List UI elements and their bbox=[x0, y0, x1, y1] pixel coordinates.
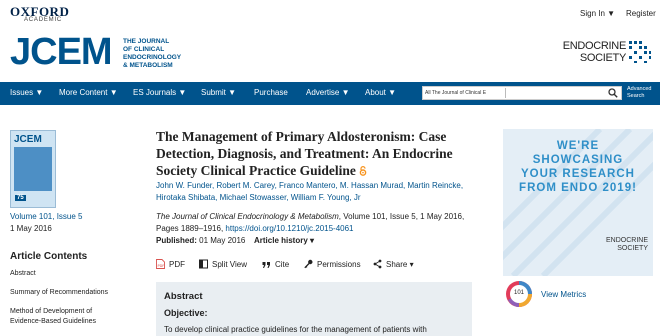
cover-art bbox=[14, 147, 52, 191]
society-name-line: SOCIETY bbox=[579, 52, 626, 64]
nav-about[interactable]: About ▼ bbox=[365, 88, 396, 97]
advanced-search-line: Advanced bbox=[627, 86, 652, 92]
advanced-search-link[interactable]: Advanced Search bbox=[627, 86, 651, 100]
cite-label: Cite bbox=[275, 260, 290, 269]
advanced-search-line: Search bbox=[627, 93, 645, 99]
nav-issues[interactable]: Issues ▼ bbox=[10, 88, 43, 97]
pdf-label: PDF bbox=[169, 260, 185, 269]
key-icon bbox=[304, 259, 313, 269]
nav-es-journals[interactable]: ES Journals ▼ bbox=[133, 88, 186, 97]
abstract-heading: Abstract bbox=[164, 291, 203, 302]
cover-number: 75 bbox=[15, 195, 26, 201]
ad-headline: WE'RE SHOWCASING YOUR RESEARCH FROM ENDO… bbox=[511, 139, 645, 195]
toc-item-abstract[interactable]: Abstract bbox=[10, 270, 36, 277]
article-contents-heading: Article Contents bbox=[10, 251, 88, 262]
ad-society-logo: ENDOCRINE SOCIETY bbox=[538, 237, 648, 253]
society-logo-icon bbox=[628, 40, 652, 64]
sign-in-link[interactable]: Sign In ▼ bbox=[580, 9, 615, 18]
objective-label: Objective: bbox=[164, 308, 208, 318]
nav-advertise[interactable]: Advertise ▼ bbox=[306, 88, 350, 97]
journal-name: THE JOURNAL OF CLINICAL ENDOCRINOLOGY & … bbox=[123, 38, 181, 70]
ad-logo-line: SOCIETY bbox=[617, 245, 648, 252]
view-metrics-link[interactable]: View Metrics bbox=[541, 290, 586, 299]
split-view-label: Split View bbox=[212, 260, 247, 269]
toc-item-summary[interactable]: Summary of Recommendations bbox=[10, 289, 108, 296]
author-line[interactable]: John W. Funder, Robert M. Carey, Franco … bbox=[156, 180, 466, 192]
citation-pages: Pages 1889–1916, bbox=[156, 224, 226, 233]
search-icon[interactable] bbox=[608, 88, 618, 98]
toc-item-method[interactable]: Method of Development of bbox=[10, 308, 92, 315]
nav-purchase[interactable]: Purchase bbox=[254, 88, 288, 97]
author-line[interactable]: Hirotaka Shibata, Michael Stowasser, Wil… bbox=[156, 192, 466, 204]
issue-cover-image[interactable]: JCEM 75 bbox=[10, 130, 56, 208]
published-value: 01 May 2016 bbox=[196, 236, 246, 245]
advertisement-banner[interactable]: WE'RE SHOWCASING YOUR RESEARCH FROM ENDO… bbox=[503, 129, 653, 276]
split-view-icon bbox=[199, 259, 208, 269]
issue-date: 1 May 2016 bbox=[10, 224, 52, 233]
open-access-icon bbox=[359, 166, 367, 176]
search-divider bbox=[505, 88, 506, 98]
journal-logo[interactable]: JCEM bbox=[10, 33, 113, 71]
ad-logo-line: ENDOCRINE bbox=[605, 237, 648, 244]
share-button[interactable]: Share ▾ bbox=[373, 259, 414, 269]
published-date: Published: 01 May 2016 bbox=[156, 236, 245, 245]
pdf-icon: PDF bbox=[156, 259, 165, 269]
ad-headline-line: YOUR RESEARCH bbox=[521, 168, 635, 180]
svg-text:PDF: PDF bbox=[158, 264, 165, 268]
search-field[interactable]: All The Journal of Clinical E bbox=[422, 86, 622, 100]
journal-name-line: OF CLINICAL bbox=[123, 46, 165, 53]
ad-headline-line: WE'RE bbox=[556, 140, 600, 152]
article-title-text: The Management of Primary Aldosteronism:… bbox=[156, 129, 453, 178]
nav-submit[interactable]: Submit ▼ bbox=[201, 88, 236, 97]
citation: The Journal of Clinical Endocrinology & … bbox=[156, 211, 466, 235]
cite-button[interactable]: Cite bbox=[262, 259, 289, 269]
pdf-button[interactable]: PDF PDF bbox=[156, 259, 185, 269]
citation-volume: , Volume 101, Issue 5, 1 May 2016, bbox=[338, 212, 465, 221]
share-label: Share ▾ bbox=[386, 260, 414, 269]
ad-headline-line: FROM ENDO 2019! bbox=[519, 182, 637, 194]
author-list[interactable]: John W. Funder, Robert M. Carey, Franco … bbox=[156, 180, 466, 204]
abstract-text: To develop clinical practice guidelines … bbox=[164, 325, 427, 334]
share-icon bbox=[373, 259, 382, 269]
split-view-button[interactable]: Split View bbox=[199, 259, 247, 269]
search-scope-select[interactable]: All The Journal of Clinical E bbox=[425, 90, 503, 96]
article-title: The Management of Primary Aldosteronism:… bbox=[156, 128, 486, 179]
permissions-label: Permissions bbox=[317, 260, 361, 269]
publisher-logo-sub: ACADEMIC bbox=[24, 17, 63, 23]
cover-title: JCEM bbox=[14, 134, 42, 145]
journal-name-line: & METABOLISM bbox=[123, 62, 173, 69]
society-logo-text[interactable]: ENDOCRINE SOCIETY bbox=[546, 40, 627, 64]
journal-name-line: THE JOURNAL bbox=[123, 38, 170, 45]
permissions-button[interactable]: Permissions bbox=[304, 259, 361, 269]
published-label: Published: bbox=[156, 236, 197, 245]
article-history-toggle[interactable]: Article history ▾ bbox=[254, 236, 314, 245]
doi-link[interactable]: https://doi.org/10.1210/jc.2015-4061 bbox=[225, 224, 353, 233]
register-link[interactable]: Register bbox=[626, 9, 656, 18]
ad-headline-line: SHOWCASING bbox=[532, 154, 624, 166]
society-name-line: ENDOCRINE bbox=[562, 40, 627, 52]
toc-item-method-cont[interactable]: Evidence-Based Guidelines bbox=[10, 318, 96, 325]
journal-name-citation: The Journal of Clinical Endocrinology & … bbox=[156, 212, 339, 221]
nav-more-content[interactable]: More Content ▼ bbox=[59, 88, 118, 97]
issue-volume-link[interactable]: Volume 101, Issue 5 bbox=[10, 212, 83, 221]
journal-name-line: ENDOCRINOLOGY bbox=[123, 54, 182, 61]
quote-icon bbox=[262, 262, 270, 268]
altmetric-score: 101 bbox=[513, 290, 524, 296]
abstract-panel: Abstract Objective: To develop clinical … bbox=[156, 282, 472, 336]
